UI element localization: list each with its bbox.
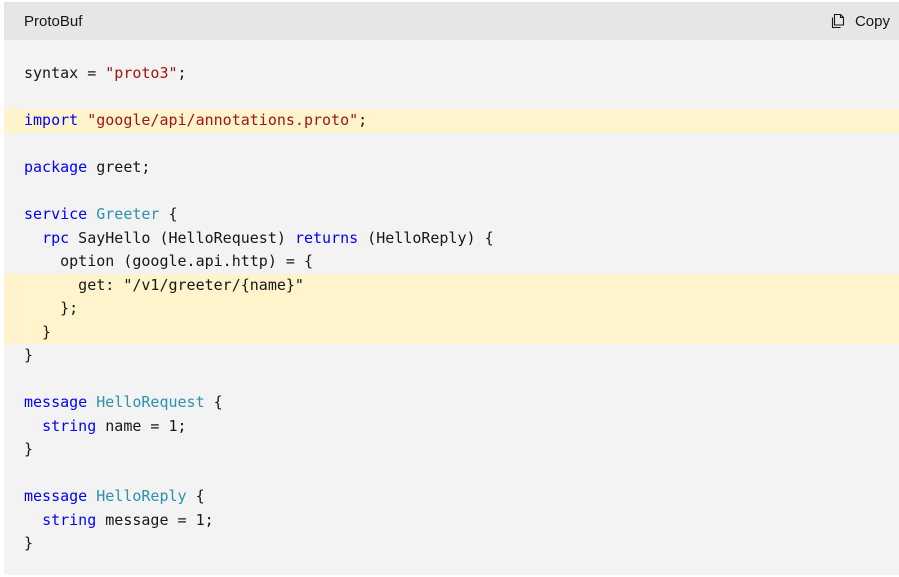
code-text: greet; bbox=[87, 158, 151, 176]
code-text: get: "/v1/greeter/{name}" bbox=[24, 275, 304, 294]
code-string: "google/api/annotations.proto" bbox=[87, 111, 359, 129]
code-line: syntax = "proto3"; bbox=[4, 62, 899, 86]
code-type: HelloRequest bbox=[96, 393, 205, 411]
code-text: option (google.api.http) = { bbox=[24, 252, 313, 270]
code-line: string name = 1; bbox=[4, 415, 899, 439]
code-text: ; bbox=[177, 64, 187, 82]
code-block-header: ProtoBuf Copy bbox=[4, 2, 899, 40]
code-keyword: rpc bbox=[42, 228, 70, 247]
code-keyword: string bbox=[42, 510, 97, 529]
code-line: } bbox=[4, 320, 899, 344]
code-keyword: service bbox=[24, 205, 88, 223]
code-line: rpc SayHello (HelloRequest) returns (Hel… bbox=[4, 227, 899, 251]
code-text: syntax = bbox=[24, 64, 106, 82]
code-keyword: import bbox=[24, 111, 79, 129]
code-line: }; bbox=[4, 297, 899, 321]
code-text: } bbox=[24, 440, 34, 458]
code-type: Greeter bbox=[96, 205, 160, 223]
code-line: service Greeter { bbox=[4, 203, 899, 227]
copy-button[interactable]: Copy bbox=[831, 11, 890, 32]
code-text: SayHello (HelloRequest) bbox=[69, 228, 295, 247]
code-keyword: message bbox=[24, 487, 88, 505]
code-line: option (google.api.http) = { bbox=[4, 250, 899, 274]
code-line: message HelloRequest { bbox=[4, 391, 899, 415]
code-line: } bbox=[4, 532, 899, 556]
code-keyword: message bbox=[24, 393, 88, 411]
code-text: }; bbox=[24, 299, 79, 317]
code-text: { bbox=[186, 487, 205, 505]
code-keyword: returns bbox=[294, 228, 359, 247]
code-text: } bbox=[24, 346, 34, 364]
code-type: HelloReply bbox=[96, 487, 187, 505]
copy-icon bbox=[831, 13, 847, 29]
code-text: { bbox=[204, 393, 223, 411]
code-line: } bbox=[4, 438, 899, 462]
code-keyword: string bbox=[42, 416, 97, 435]
code-text: { bbox=[159, 205, 178, 223]
code-line: } bbox=[4, 344, 899, 368]
code-text: ; bbox=[358, 111, 368, 129]
code-line: package greet; bbox=[4, 156, 899, 180]
code-text: } bbox=[24, 534, 34, 552]
code-line: get: "/v1/greeter/{name}" bbox=[4, 273, 899, 297]
code-text: (HelloReply) { bbox=[358, 228, 494, 247]
code-text: name = 1; bbox=[96, 416, 187, 435]
language-label: ProtoBuf bbox=[24, 12, 83, 30]
code-line: import "google/api/annotations.proto"; bbox=[4, 109, 899, 133]
code-keyword: package bbox=[24, 158, 88, 176]
code-body: syntax = "proto3"; import "google/api/an… bbox=[4, 40, 899, 556]
copy-label: Copy bbox=[854, 12, 890, 30]
code-text: message = 1; bbox=[96, 510, 214, 529]
code-line: string message = 1; bbox=[4, 509, 899, 533]
code-block: ProtoBuf Copy syntax = "proto3"; import … bbox=[4, 2, 899, 575]
code-string: "proto3" bbox=[105, 64, 178, 82]
code-text: } bbox=[24, 322, 52, 341]
code-line: message HelloReply { bbox=[4, 485, 899, 509]
